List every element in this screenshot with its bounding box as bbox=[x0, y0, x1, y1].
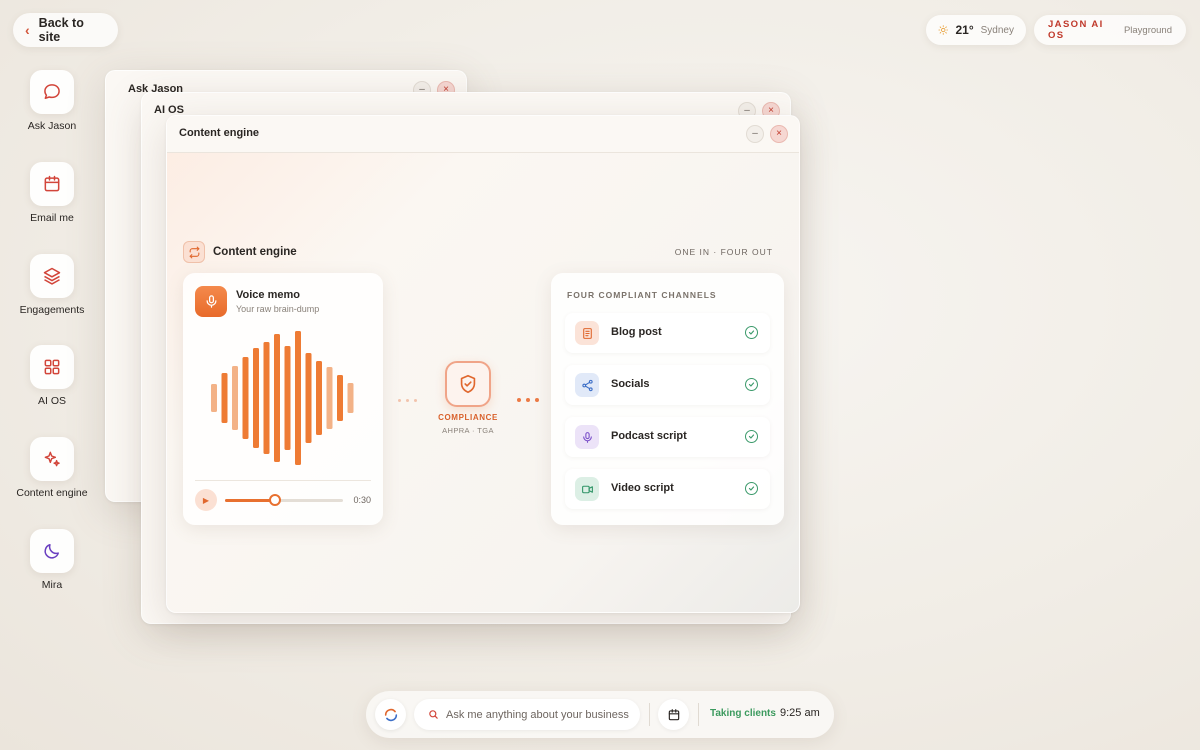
voice-memo-card: Voice memo Your raw brain-dump ▶ 0:30 bbox=[183, 273, 383, 525]
desktop-icon-label: Ask Jason bbox=[27, 120, 77, 132]
desktop-icon-label: Engagements bbox=[19, 304, 85, 316]
search-icon bbox=[429, 710, 438, 719]
play-button[interactable]: ▶ bbox=[195, 489, 217, 511]
audio-progress-slider[interactable] bbox=[225, 494, 343, 506]
calendar-button[interactable] bbox=[658, 699, 689, 730]
desktop-icon-engagements[interactable]: Engagements bbox=[12, 254, 92, 316]
layers-icon bbox=[43, 267, 61, 285]
check-icon bbox=[745, 378, 758, 391]
compliance-sub: AHPRA · TGA bbox=[442, 426, 494, 435]
moon-icon bbox=[44, 544, 59, 559]
video-icon bbox=[575, 477, 599, 501]
weather-widget: 21° Sydney bbox=[926, 15, 1026, 45]
divider bbox=[698, 703, 699, 726]
window-title: Content engine bbox=[179, 127, 260, 139]
brand-tag: Playground bbox=[1123, 24, 1172, 36]
channels-heading: FOUR COMPLIANT CHANNELS bbox=[567, 290, 717, 300]
search-input[interactable]: Ask me anything about your business bbox=[414, 699, 640, 730]
connector-dots-left bbox=[398, 399, 417, 402]
weather-city: Sydney bbox=[980, 24, 1014, 36]
compliance-shield bbox=[445, 361, 491, 407]
microphone-icon bbox=[195, 286, 227, 317]
waveform-bar bbox=[347, 383, 354, 413]
desktop-icon-content-engine[interactable]: Content engine bbox=[12, 437, 92, 499]
desktop-icon-ask-jason[interactable]: Ask Jason bbox=[12, 70, 92, 132]
channel-podcast-script[interactable]: Podcast script bbox=[565, 417, 770, 457]
desktop-icon-ai-os[interactable]: AI OS bbox=[12, 345, 92, 407]
back-label: Back to site bbox=[38, 16, 84, 44]
chat-icon bbox=[44, 84, 60, 99]
logo-icon bbox=[384, 708, 397, 721]
compliance-label: COMPLIANCE bbox=[438, 413, 498, 422]
waveform-bar bbox=[263, 342, 270, 454]
connector-dots-right bbox=[517, 398, 539, 402]
desktop-icon-email-me[interactable]: Email me bbox=[12, 162, 92, 224]
brand-badge: JASON AI OS Playground bbox=[1034, 15, 1186, 45]
section-title: Content engine bbox=[213, 246, 297, 258]
sparkle-icon bbox=[44, 451, 60, 467]
channels-card: FOUR COMPLIANT CHANNELS Blog post Social… bbox=[551, 273, 784, 525]
waveform-bar bbox=[326, 367, 333, 429]
channel-label: Video script bbox=[611, 482, 674, 494]
waveform-bar bbox=[242, 357, 249, 439]
minimize-button[interactable]: – bbox=[746, 125, 764, 143]
weather-temperature: 21° bbox=[955, 23, 974, 37]
waveform-bar bbox=[316, 361, 322, 435]
voice-memo-title: Voice memo bbox=[236, 289, 300, 301]
divider bbox=[195, 480, 371, 481]
back-to-site-button[interactable]: ‹ Back to site bbox=[13, 13, 118, 47]
play-icon: ▶ bbox=[202, 495, 210, 505]
waveform-bar bbox=[232, 366, 238, 430]
desktop-icon-label: Content engine bbox=[16, 487, 88, 499]
waveform-bar bbox=[253, 348, 259, 448]
close-button[interactable]: × bbox=[770, 125, 788, 143]
status-taking-clients: Taking clients bbox=[710, 708, 776, 719]
channel-label: Blog post bbox=[611, 326, 662, 338]
waveform-bar bbox=[211, 384, 217, 412]
document-icon bbox=[575, 321, 599, 345]
waveform-bar bbox=[221, 373, 228, 423]
channel-blog-post[interactable]: Blog post bbox=[565, 313, 770, 353]
channel-socials[interactable]: Socials bbox=[565, 365, 770, 405]
shield-icon bbox=[460, 374, 476, 394]
calendar-icon bbox=[668, 708, 679, 720]
search-placeholder: Ask me anything about your business bbox=[446, 708, 629, 721]
grid-icon bbox=[44, 359, 60, 375]
waveform-bar bbox=[284, 346, 291, 450]
share-icon bbox=[575, 373, 599, 397]
clock-time: 9:25 am bbox=[780, 707, 820, 719]
desktop-icon-label: AI OS bbox=[37, 395, 66, 407]
microphone-icon bbox=[575, 425, 599, 449]
progress-fill bbox=[225, 499, 275, 502]
sun-icon bbox=[938, 25, 949, 35]
window-content-engine[interactable]: Content engine – × Content engine ONE IN… bbox=[166, 115, 800, 613]
waveform-bar bbox=[295, 331, 301, 465]
waveform-bar bbox=[305, 353, 312, 443]
progress-knob[interactable] bbox=[268, 494, 281, 506]
channel-label: Socials bbox=[611, 378, 650, 390]
check-icon bbox=[745, 326, 758, 339]
chevron-left-icon: ‹ bbox=[25, 22, 30, 38]
brand-name: JASON AI OS bbox=[1048, 19, 1104, 41]
window-titlebar[interactable]: Content engine – × bbox=[167, 116, 799, 153]
check-icon bbox=[745, 482, 758, 495]
waveform-bar bbox=[274, 334, 280, 462]
desktop-icon-mira[interactable]: Mira bbox=[12, 529, 92, 591]
waveform-bar bbox=[337, 375, 343, 421]
desktop-icon-label: Mira bbox=[41, 579, 63, 591]
divider bbox=[649, 703, 650, 726]
check-icon bbox=[745, 430, 758, 443]
assistant-logo-button[interactable] bbox=[375, 699, 406, 730]
channel-label: Podcast script bbox=[611, 430, 687, 442]
bottom-dock: Ask me anything about your business Taki… bbox=[366, 691, 834, 738]
repeat-icon bbox=[183, 241, 205, 263]
desktop-icon-label: Email me bbox=[30, 212, 74, 224]
channel-video-script[interactable]: Video script bbox=[565, 469, 770, 509]
waveform bbox=[211, 331, 354, 465]
audio-duration: 0:30 bbox=[353, 495, 371, 505]
section-tagline: ONE IN · FOUR OUT bbox=[674, 247, 773, 257]
calendar-icon bbox=[44, 175, 60, 192]
voice-memo-subtitle: Your raw brain-dump bbox=[236, 304, 320, 314]
